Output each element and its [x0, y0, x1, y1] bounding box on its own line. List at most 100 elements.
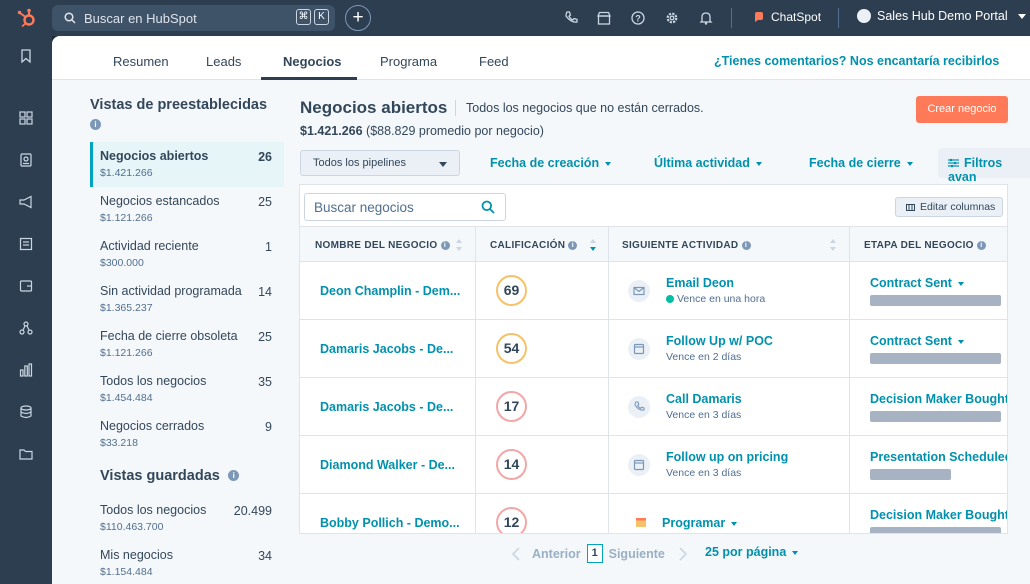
global-search-input[interactable]: Buscar en HubSpot ⌘ K — [52, 5, 335, 31]
deal-stage-select[interactable]: Presentation Scheduled — [870, 450, 1007, 464]
deal-stage-label: Contract Sent — [870, 334, 952, 348]
view-item-saved-all-deals[interactable]: Todos los negocios $110.463.700 20.499 — [90, 496, 284, 541]
help-icon[interactable]: ? — [630, 10, 646, 26]
k-key: K — [314, 9, 329, 25]
bookmark-icon[interactable] — [18, 48, 34, 64]
marketplace-icon[interactable] — [596, 10, 612, 26]
content-icon[interactable] — [18, 236, 34, 252]
topbar-divider — [731, 8, 732, 28]
column-header-deal-stage[interactable]: ETAPA DEL NEGOCIO i — [864, 240, 986, 251]
feedback-link[interactable]: ¿Tienes comentarios? Nos encantaría reci… — [714, 54, 999, 68]
phone-icon[interactable] — [563, 10, 579, 26]
active-tab-indicator — [261, 77, 357, 80]
sort-icon[interactable] — [455, 237, 463, 253]
activity-due-text: Vence en una hora — [677, 293, 766, 305]
stage-progress-bar — [870, 353, 1001, 364]
view-name: Negocios abiertos — [100, 149, 209, 163]
tab-feed[interactable]: Feed — [479, 54, 509, 69]
activity-link[interactable]: Follow Up w/ POC — [666, 334, 773, 348]
create-new-button[interactable]: + — [345, 5, 371, 31]
filter-last-activity[interactable]: Última actividad — [654, 156, 762, 170]
automation-icon[interactable] — [18, 320, 34, 336]
account-menu[interactable]: Sales Hub Demo Portal — [857, 9, 1026, 23]
portal-name: Sales Hub Demo Portal — [877, 9, 1008, 23]
column-header-score[interactable]: CALIFICACIÓN i — [490, 240, 578, 251]
deal-name-link[interactable]: Bobby Pollich - Demo... — [320, 516, 460, 530]
page-size-select[interactable]: 25 por página — [705, 545, 799, 559]
deal-stage-select[interactable]: Decision Maker Bought- — [870, 392, 1007, 406]
view-item-all-deals[interactable]: Todos los negocios $1.454.484 35 — [90, 367, 284, 412]
chatspot-button[interactable]: ChatSpot — [753, 10, 821, 24]
commerce-icon[interactable] — [18, 278, 34, 294]
tab-leads[interactable]: Leads — [206, 54, 241, 69]
view-item-my-deals[interactable]: Mis negocios $1.154.484 34 — [90, 541, 284, 584]
column-header-deal-name[interactable]: NOMBRE DEL NEGOCIO i — [315, 240, 450, 251]
tab-programa[interactable]: Programa — [380, 54, 437, 69]
activity-link[interactable]: Follow up on pricing — [666, 450, 788, 464]
data-management-icon[interactable] — [18, 404, 34, 420]
deal-stage-select[interactable]: Contract Sent — [870, 334, 964, 348]
tab-resumen[interactable]: Resumen — [113, 54, 169, 69]
left-sidebar — [0, 36, 52, 584]
sort-descending-icon[interactable] — [589, 237, 597, 253]
view-item-open-deals[interactable]: Negocios abiertos $1.421.266 26 — [90, 142, 284, 187]
current-page[interactable]: 1 — [586, 544, 603, 563]
sort-icon[interactable] — [829, 237, 837, 253]
info-icon[interactable]: i — [90, 119, 101, 131]
table-row: Deon Champlin - Dem... 69 Email Deon Ven… — [300, 262, 1007, 320]
deal-name-link[interactable]: Diamond Walker - De... — [320, 458, 455, 472]
contacts-icon[interactable] — [18, 152, 34, 168]
view-name: Actividad reciente — [100, 239, 199, 253]
pipeline-select-value: Todos los pipelines — [313, 157, 406, 169]
next-page-button[interactable]: Siguiente — [609, 547, 665, 561]
info-icon[interactable]: i — [440, 240, 450, 250]
cmd-key: ⌘ — [296, 9, 311, 25]
library-folder-icon[interactable] — [18, 446, 34, 462]
view-item-overdue-close-date[interactable]: Fecha de cierre obsoleta $1.121.266 25 — [90, 322, 284, 367]
view-amount: $1.454.484 — [100, 392, 153, 404]
pipeline-select[interactable]: Todos los pipelines — [300, 150, 460, 176]
deal-name-link[interactable]: Deon Champlin - Dem... — [320, 284, 460, 298]
deal-stage-select[interactable]: Contract Sent — [870, 276, 964, 290]
info-icon[interactable]: i — [741, 240, 751, 250]
info-icon[interactable]: i — [228, 470, 240, 482]
chevron-right-icon[interactable] — [679, 546, 687, 561]
view-item-closed-deals[interactable]: Negocios cerrados $33.218 9 — [90, 412, 284, 457]
reports-icon[interactable] — [18, 362, 34, 378]
chevron-left-icon[interactable] — [512, 546, 520, 561]
activity-link[interactable]: Email Deon — [666, 276, 734, 290]
activity-link[interactable]: Call Damaris — [666, 392, 742, 406]
info-icon[interactable]: i — [976, 240, 986, 250]
sales-tabs: Resumen Leads Negocios Programa Feed ¿Ti… — [52, 36, 1030, 80]
column-header-next-activity[interactable]: SIGUIENTE ACTIVIDAD i — [622, 240, 751, 251]
schedule-activity-button[interactable]: Programar — [662, 516, 738, 530]
view-item-no-scheduled-activity[interactable]: Sin actividad programada $1.365.237 14 — [90, 277, 284, 322]
tab-negocios[interactable]: Negocios — [283, 54, 342, 69]
deal-name-link[interactable]: Damaris Jacobs - De... — [320, 400, 453, 414]
search-icon — [64, 12, 76, 24]
view-count: 1 — [265, 240, 272, 254]
deal-stage-select[interactable]: Decision Maker Bought- — [870, 508, 1007, 522]
hubspot-logo-icon[interactable] — [16, 7, 38, 29]
previous-page-button[interactable]: Anterior — [532, 547, 581, 561]
filter-create-date[interactable]: Fecha de creación — [490, 156, 612, 170]
view-name: Todos los negocios — [100, 374, 207, 388]
settings-gear-icon[interactable] — [664, 10, 680, 26]
chatspot-icon — [755, 12, 763, 22]
info-icon[interactable]: i — [568, 240, 578, 250]
filter-label: Fecha de creación — [490, 156, 600, 170]
topbar-divider — [838, 8, 839, 28]
chevron-down-icon — [439, 162, 447, 167]
advanced-filters-button[interactable]: Filtros avan — [938, 148, 1030, 184]
view-item-recent-activity[interactable]: Actividad reciente $300.000 1 — [90, 232, 284, 277]
workspaces-icon[interactable] — [18, 110, 34, 126]
deals-search-input[interactable]: Buscar negocios — [304, 193, 506, 221]
edit-columns-button[interactable]: Editar columnas — [895, 197, 1003, 217]
filter-close-date[interactable]: Fecha de cierre — [809, 156, 913, 170]
view-count: 25 — [258, 195, 272, 209]
create-deal-button[interactable]: Crear negocio — [916, 96, 1008, 123]
deal-name-link[interactable]: Damaris Jacobs - De... — [320, 342, 453, 356]
marketing-megaphone-icon[interactable] — [18, 194, 34, 210]
notifications-bell-icon[interactable] — [698, 10, 714, 26]
view-item-stalled-deals[interactable]: Negocios estancados $1.121.266 25 — [90, 187, 284, 232]
